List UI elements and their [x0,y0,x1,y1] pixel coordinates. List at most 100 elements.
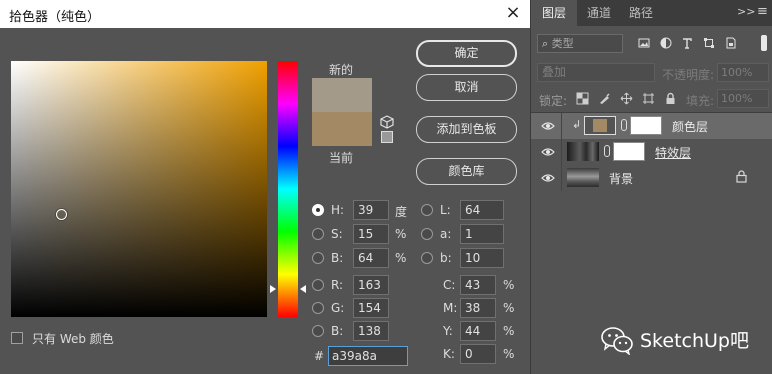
blend-mode-select[interactable]: 叠加 [537,63,655,82]
green-label: G: [331,301,345,315]
layer-filter-select[interactable]: ⌕ 类型 [537,34,623,53]
yellow-input[interactable]: 44 [460,321,496,341]
ok-button[interactable]: 确定 [416,40,517,67]
brightness-input[interactable]: 64 [353,248,389,268]
current-color-swatch[interactable] [312,112,372,146]
black-input[interactable]: 0 [460,344,496,364]
layers-panel: 图层 通道 路径 >> ≡ ⌕ 类型 叠加 不透明度: 100% 锁定: 填充:… [530,0,772,374]
lab-l-label: L: [440,203,451,217]
layer-filter-row: ⌕ 类型 [531,32,772,56]
shape-filter-icon[interactable] [703,37,715,49]
lab-b-input[interactable]: 10 [460,248,504,268]
link-icon[interactable] [604,145,610,157]
lab-a-input[interactable]: 1 [460,224,504,244]
search-icon: ⌕ [542,37,552,50]
radio-blue[interactable] [312,325,324,337]
current-color-label: 当前 [329,151,354,165]
layer-mask-thumbnail[interactable] [613,142,645,161]
layer-row-effect[interactable]: 特效层 [531,139,772,165]
radio-lab-b[interactable] [421,252,433,264]
layer-separator [561,113,562,139]
cyan-input[interactable]: 43 [460,275,496,295]
add-to-swatches-button[interactable]: 添加到色板 [416,116,517,143]
web-safe-swatch[interactable] [381,131,393,143]
hex-input[interactable]: a39a8a [328,346,408,366]
hue-slider-handle-left[interactable] [270,285,276,293]
web-colors-only-checkbox[interactable] [11,332,23,344]
hue-slider-handle-right[interactable] [300,285,306,293]
lock-image-pixels-icon[interactable] [598,92,611,105]
lab-l-input[interactable]: 64 [460,200,504,220]
wechat-logo-icon [601,327,633,355]
layer-name[interactable]: 颜色层 [672,118,708,135]
type-filter-icon[interactable] [681,37,693,49]
background-thumbnail[interactable] [567,168,599,187]
green-input[interactable]: 154 [353,298,389,318]
image-filter-icon[interactable] [638,37,650,49]
brightness-label: B: [331,251,344,265]
collapse-panel-icon[interactable]: >> [737,5,755,18]
lock-label: 锁定: [539,94,568,108]
layer-thumbnail[interactable] [567,142,599,161]
fill-input[interactable]: 100% [717,89,769,108]
layer-mask-thumbnail[interactable] [630,116,662,135]
layer-name[interactable]: 背景 [609,170,633,187]
cyan-label: C: [443,278,456,292]
close-icon[interactable]: × [504,3,522,23]
hue-unit: 度 [395,205,408,219]
hue-slider[interactable] [278,61,298,317]
blue-label: B: [331,324,344,338]
cancel-button[interactable]: 取消 [416,74,517,101]
color-picker-dialog: 拾色器（纯色） × 新的 当前 确定 取消 添加到色板 颜色库 H: 39 度 … [0,0,530,374]
web-safe-cube-icon[interactable] [380,115,394,129]
tab-channels[interactable]: 通道 [587,0,611,26]
lock-artboard-icon[interactable] [642,92,655,105]
tab-paths[interactable]: 路径 [629,0,653,26]
radio-hue[interactable] [312,204,324,216]
hue-input[interactable]: 39 [353,200,389,220]
lock-all-icon[interactable] [664,92,677,105]
filter-kind-label: 类型 [551,37,574,50]
saturation-input[interactable]: 15 [353,224,389,244]
blue-input[interactable]: 138 [353,321,389,341]
eye-icon[interactable] [541,121,555,131]
link-icon[interactable] [621,119,627,131]
black-label: K: [443,347,455,361]
saturation-brightness-field[interactable] [11,61,267,317]
smart-object-filter-icon[interactable] [725,37,737,49]
opacity-input[interactable]: 100% [717,63,769,82]
eye-icon[interactable] [541,173,555,183]
opacity-label: 不透明度: [662,68,715,82]
cyan-unit: % [503,278,515,292]
adjustment-filter-icon[interactable] [660,37,672,49]
black-unit: % [503,347,515,361]
radio-red[interactable] [312,279,324,291]
layer-row-background[interactable]: 背景 [531,165,772,191]
fill-layer-thumbnail[interactable] [584,116,616,135]
eye-icon[interactable] [541,147,555,157]
lock-icon[interactable] [736,170,747,183]
radio-green[interactable] [312,302,324,314]
hex-label: # [314,349,325,363]
radio-lab-a[interactable] [421,228,433,240]
radio-lightness[interactable] [421,204,433,216]
hue-label: H: [331,203,345,217]
lock-transparent-pixels-icon[interactable] [576,92,589,105]
red-input[interactable]: 163 [353,275,389,295]
magenta-label: M: [443,301,458,315]
color-libraries-button[interactable]: 颜色库 [416,158,517,185]
layer-row-color[interactable]: ↲ 颜色层 [531,113,772,139]
magenta-input[interactable]: 38 [460,298,496,318]
fill-label: 填充: [686,94,715,108]
panel-menu-icon[interactable]: ≡ [757,4,768,19]
watermark: SketchUp吧 [598,322,770,358]
color-field-cursor[interactable] [56,209,67,220]
radio-brightness[interactable] [312,252,324,264]
layer-name[interactable]: 特效层 [655,144,691,161]
saturation-label: S: [331,227,343,241]
fill-color-swatch [593,119,607,132]
tab-layers[interactable]: 图层 [531,0,577,26]
radio-saturation[interactable] [312,228,324,240]
filter-toggle[interactable] [761,35,767,51]
lock-position-icon[interactable] [620,92,633,105]
